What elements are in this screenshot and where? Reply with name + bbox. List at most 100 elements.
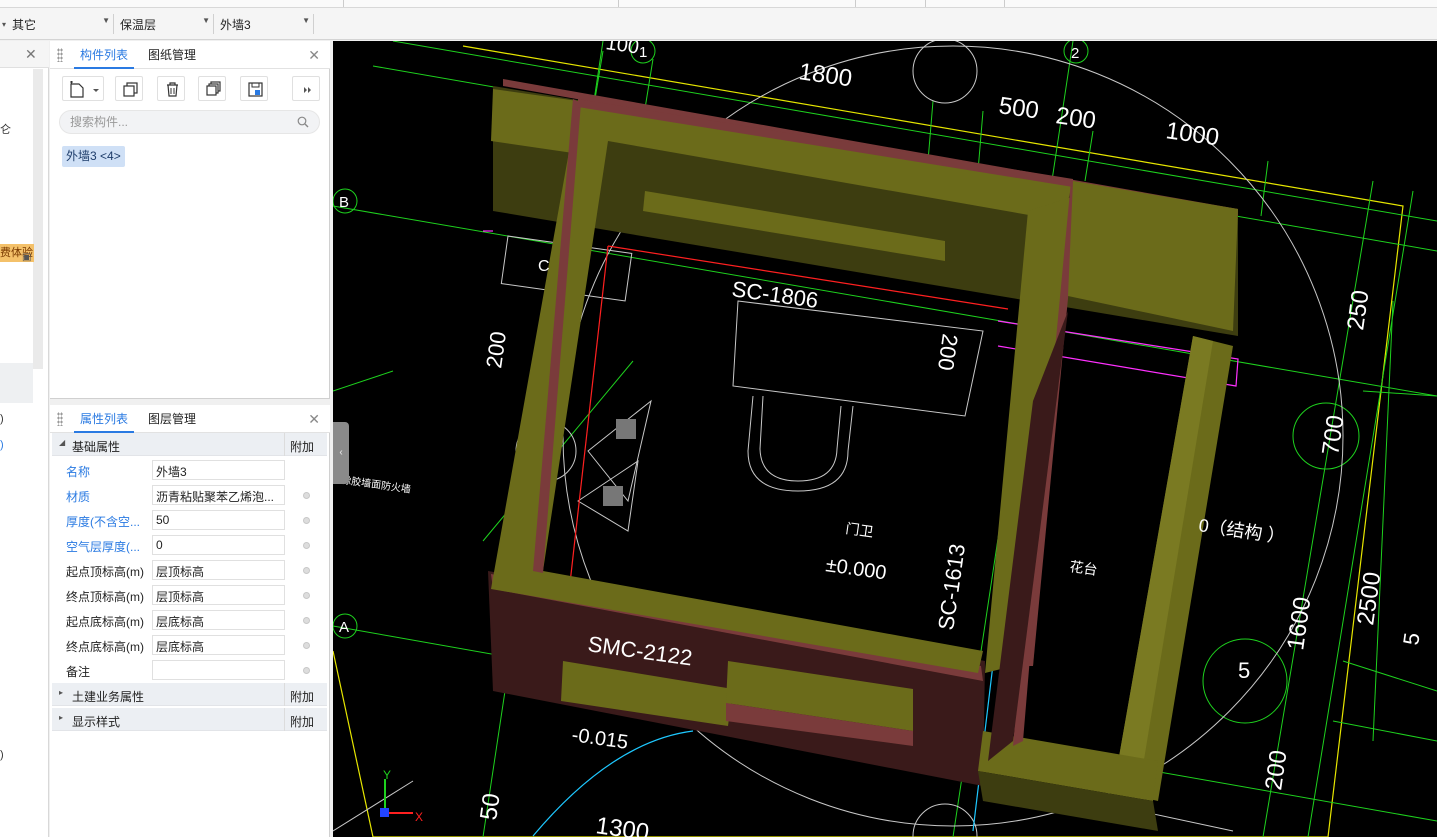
- property-row: 备注: [52, 657, 327, 682]
- search-icon[interactable]: [297, 116, 309, 128]
- add-checkbox[interactable]: [303, 592, 310, 599]
- menu-separator: [343, 0, 344, 7]
- window-label: SC-1806: [730, 276, 819, 313]
- truncated-text: ): [0, 413, 4, 425]
- delete-component-button[interactable]: [157, 76, 185, 101]
- property-row: 起点顶标高(m) 层顶标高: [52, 557, 327, 582]
- group-add-column: 附加: [290, 440, 315, 454]
- save-component-button[interactable]: [240, 76, 268, 101]
- group-divider: [284, 708, 285, 731]
- note-label: 橡胶墙面防火墙: [341, 473, 412, 496]
- component-list-item[interactable]: 外墙3 <4>: [62, 146, 125, 167]
- axis-x-label: X: [415, 810, 423, 824]
- dimension-label: 2: [1071, 45, 1079, 62]
- search-input[interactable]: [70, 113, 290, 131]
- add-checkbox[interactable]: [303, 492, 310, 499]
- tab-property-list[interactable]: 属性列表: [74, 405, 135, 433]
- tab-layer-management[interactable]: 图层管理: [142, 405, 202, 433]
- truncated-text: ): [0, 439, 4, 451]
- component-dropdown-value: 外墙3: [220, 17, 251, 32]
- dimension-label: 1: [639, 44, 647, 61]
- add-checkbox[interactable]: [303, 617, 310, 624]
- property-value-field[interactable]: 层顶标高: [152, 585, 285, 605]
- component-dropdown[interactable]: 外墙3 ▼: [218, 14, 314, 34]
- duplicate-layer-button[interactable]: [198, 76, 226, 101]
- group-civil-properties[interactable]: ▸ 土建业务属性 附加: [52, 683, 327, 706]
- collapse-panel-button[interactable]: ‹: [333, 422, 349, 484]
- property-value-field[interactable]: 层底标高: [152, 635, 285, 655]
- property-value-field[interactable]: 0: [152, 535, 285, 555]
- truncated-text: 仑: [0, 124, 11, 136]
- truncated-text: ): [0, 749, 4, 761]
- property-name: 终点顶标高(m): [66, 590, 144, 604]
- axis-bubble-label: 5: [1238, 658, 1250, 683]
- room-label: 门卫: [845, 520, 875, 540]
- new-file-icon: [70, 81, 99, 98]
- close-icon[interactable]: ✕: [308, 47, 320, 64]
- property-row: 厚度(不含空... 50: [52, 507, 327, 532]
- dimension-label: 200: [933, 332, 963, 372]
- layers-copy-icon: [206, 81, 221, 96]
- more-tools-button[interactable]: [292, 76, 320, 101]
- property-value-field[interactable]: 层顶标高: [152, 560, 285, 580]
- category-dropdown[interactable]: ▾ 其它 ▼: [2, 14, 114, 34]
- add-checkbox[interactable]: [303, 667, 310, 674]
- chevron-down-icon: ▼: [302, 16, 310, 25]
- note-label: 0（结构 ）: [1197, 515, 1286, 547]
- property-value-field[interactable]: 层底标高: [152, 610, 285, 630]
- type-dropdown-value: 保温层: [120, 17, 157, 32]
- dimension-label: 1800: [797, 58, 854, 92]
- dimension-label: 200: [1054, 102, 1097, 134]
- property-row: 空气层厚度(... 0: [52, 532, 327, 557]
- dimension-label: 250: [1342, 288, 1374, 331]
- add-checkbox[interactable]: [303, 567, 310, 574]
- group-divider: [284, 683, 285, 706]
- add-checkbox[interactable]: [303, 542, 310, 549]
- dropdown-divider: [113, 14, 114, 34]
- dropdown-divider: [313, 14, 314, 34]
- property-name: 材质: [66, 490, 91, 504]
- tab-component-list[interactable]: 构件列表: [74, 41, 135, 69]
- new-component-button[interactable]: [62, 76, 104, 101]
- property-value-field[interactable]: [152, 660, 285, 680]
- group-basic-properties[interactable]: ◢ 基础属性 附加: [52, 433, 327, 456]
- chevron-right-icon: ▸: [59, 688, 64, 697]
- dimension-label: 1000: [1164, 117, 1221, 151]
- copy-component-button[interactable]: [115, 76, 143, 101]
- add-checkbox[interactable]: [303, 517, 310, 524]
- property-value-field[interactable]: 外墙3: [152, 460, 285, 480]
- tab-drawing-management[interactable]: 图纸管理: [142, 41, 202, 69]
- property-value-field[interactable]: 沥青粘贴聚苯乙烯泡...: [152, 485, 285, 505]
- type-dropdown[interactable]: 保温层 ▼: [118, 14, 214, 34]
- close-icon[interactable]: ✕: [308, 411, 320, 428]
- group-display-style[interactable]: ▸ 显示样式 附加: [52, 708, 327, 731]
- xy-axis-gizmo: Y X: [380, 768, 423, 824]
- chevron-down-icon: ▼: [202, 16, 210, 25]
- component-panel-tabbar: 构件列表 图纸管理 ✕: [50, 41, 330, 69]
- close-icon[interactable]: ✕: [25, 46, 37, 63]
- navigation-scrollbar[interactable]: [33, 69, 43, 369]
- drag-handle-icon[interactable]: [57, 48, 63, 62]
- cad-canvas[interactable]: 100 1 2 1800 500 200 1000 250 700 2500 1…: [333, 41, 1437, 837]
- group-name: 基础属性: [72, 440, 121, 454]
- drag-handle-icon[interactable]: [57, 412, 63, 426]
- menu-strip: [0, 0, 1437, 8]
- component-search[interactable]: [59, 110, 320, 134]
- navigation-panel: ✕ 仑 费体验 ▣ ) ) ): [0, 41, 49, 837]
- dropdown-divider: [213, 14, 214, 34]
- hatch-block: [616, 419, 636, 439]
- lock-icon: ▣: [22, 252, 32, 263]
- cad-viewport[interactable]: 100 1 2 1800 500 200 1000 250 700 2500 1…: [333, 41, 1437, 837]
- property-row: 终点底标高(m) 层底标高: [52, 632, 327, 657]
- add-checkbox[interactable]: [303, 642, 310, 649]
- property-row: 起点底标高(m) 层底标高: [52, 607, 327, 632]
- menu-separator: [618, 0, 619, 7]
- dimension-label: 700: [1317, 413, 1349, 456]
- dimension-label: 200: [481, 330, 511, 370]
- group-add-column: 附加: [290, 715, 315, 729]
- chevron-right-icon: ▸: [59, 713, 64, 722]
- property-row: 终点顶标高(m) 层顶标高: [52, 582, 327, 607]
- dimension-label: 50: [475, 792, 505, 822]
- property-value-field[interactable]: 50: [152, 510, 285, 530]
- wall-3d-model[interactable]: [488, 79, 1238, 831]
